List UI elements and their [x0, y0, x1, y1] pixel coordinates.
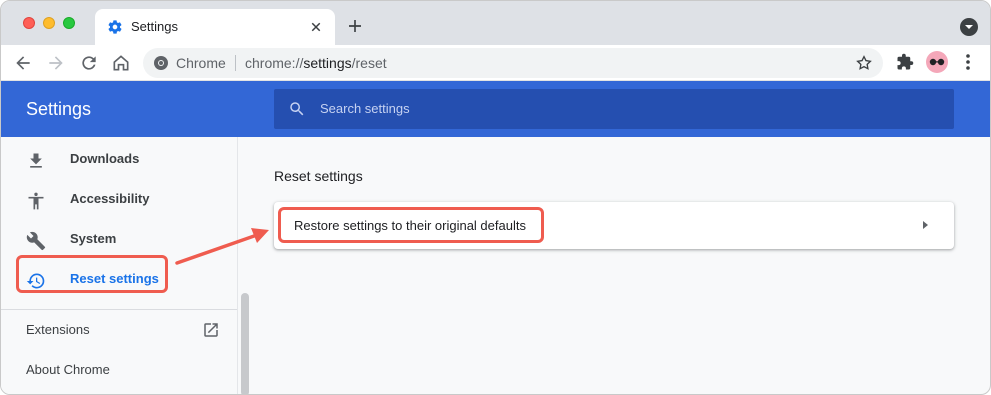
address-bar[interactable]: Chrome chrome://settings/reset — [143, 48, 883, 78]
minimize-window-button[interactable] — [43, 17, 55, 29]
extensions-puzzle-icon[interactable] — [896, 53, 914, 71]
search-icon — [290, 102, 304, 116]
search-placeholder: Search settings — [320, 101, 410, 116]
reload-icon[interactable] — [79, 53, 99, 73]
profile-avatar[interactable] — [926, 51, 948, 73]
omnibox-separator — [235, 55, 236, 71]
new-tab-icon[interactable] — [346, 17, 364, 35]
url-host: settings — [303, 55, 352, 71]
tab-search-button[interactable] — [960, 18, 978, 36]
chrome-icon — [154, 56, 168, 70]
search-input[interactable]: Search settings — [274, 89, 954, 129]
sidebar-item-label: System — [70, 231, 117, 246]
forward-arrow-icon[interactable] — [46, 53, 66, 73]
arrow-right-icon — [923, 221, 928, 229]
maximize-window-button[interactable] — [63, 17, 75, 29]
open-in-new-icon[interactable] — [202, 321, 220, 339]
extensions-link[interactable]: Extensions — [26, 322, 90, 337]
wrench-icon — [26, 231, 46, 251]
annotation-highlight-reset-settings — [16, 255, 168, 293]
tab-strip: Settings — [1, 1, 990, 45]
gear-icon — [108, 20, 122, 34]
sidebar-divider — [1, 309, 237, 310]
kebab-menu-icon[interactable] — [961, 53, 975, 71]
section-title: Reset settings — [274, 168, 363, 184]
sidebar-scrollbar[interactable] — [241, 293, 249, 394]
sidebar-item-label: Downloads — [70, 151, 140, 166]
url-path: /reset — [351, 55, 387, 71]
toolbar: Chrome chrome://settings/reset — [1, 45, 990, 81]
site-label: Chrome — [176, 55, 226, 71]
back-arrow-icon[interactable] — [13, 53, 33, 73]
annotation-highlight-restore-defaults — [278, 207, 544, 243]
tab-title: Settings — [131, 19, 178, 34]
settings-header: Settings Search settings — [1, 81, 990, 137]
sidebar-item-downloads[interactable]: Downloads — [1, 143, 237, 183]
bookmark-star-icon[interactable] — [855, 54, 873, 72]
sidebar-border — [237, 137, 238, 394]
browser-window: Settings Chrome chrome://settings/reset … — [0, 0, 991, 395]
url-text: chrome://settings/reset — [245, 55, 387, 71]
chevron-down-icon — [965, 25, 973, 29]
sidebar-item-accessibility[interactable]: Accessibility — [1, 183, 237, 223]
tab-settings[interactable]: Settings — [95, 9, 335, 45]
url-prefix: chrome:// — [245, 55, 304, 71]
sidebar-item-label: Accessibility — [70, 191, 150, 206]
about-chrome-link[interactable]: About Chrome — [26, 362, 110, 377]
accessibility-icon — [28, 192, 44, 210]
page-title: Settings — [26, 99, 92, 119]
avatar-glasses-icon — [929, 58, 945, 66]
download-icon — [30, 153, 42, 168]
home-icon[interactable] — [111, 53, 131, 73]
close-window-button[interactable] — [23, 17, 35, 29]
close-tab-icon[interactable] — [307, 18, 325, 36]
